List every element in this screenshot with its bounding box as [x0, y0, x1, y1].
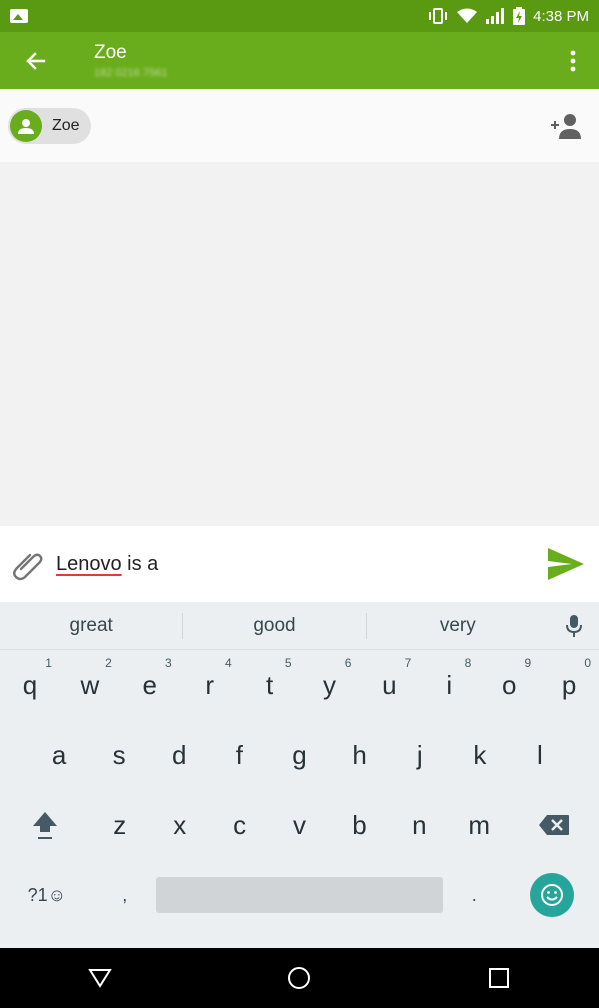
misspelled-word: Lenovo — [56, 552, 122, 575]
send-icon — [548, 548, 584, 580]
key-h[interactable]: h — [330, 720, 390, 790]
key-l[interactable]: l — [510, 720, 570, 790]
home-circle-icon — [288, 967, 311, 989]
key-k[interactable]: k — [450, 720, 510, 790]
battery-charging-icon — [513, 7, 526, 25]
key-f[interactable]: f — [209, 720, 269, 790]
key-z[interactable]: z — [90, 790, 150, 860]
message-text: is a — [121, 552, 159, 575]
recipient-chip-label: Zoe — [52, 116, 80, 134]
back-button[interactable] — [0, 32, 70, 89]
person-icon — [18, 118, 34, 134]
suggestion-3[interactable]: very — [367, 615, 549, 637]
recents-square-icon — [489, 968, 510, 988]
suggestion-1[interactable]: great — [0, 615, 182, 637]
key-b[interactable]: b — [329, 790, 389, 860]
suggestion-2[interactable]: good — [183, 615, 365, 637]
vibrate-icon — [429, 8, 448, 24]
add-contact-icon — [551, 113, 581, 139]
key-o[interactable]: o9 — [479, 650, 539, 720]
overflow-menu-icon — [570, 50, 576, 71]
avatar — [10, 109, 42, 142]
signal-icon — [486, 8, 505, 24]
back-triangle-icon — [88, 969, 112, 988]
conversation-title: Zoe — [94, 42, 127, 63]
microphone-icon — [566, 614, 582, 637]
key-j[interactable]: j — [390, 720, 450, 790]
key-n[interactable]: n — [389, 790, 449, 860]
key-r[interactable]: r4 — [180, 650, 240, 720]
conversation-subtitle: 182 0216 7561 — [94, 67, 168, 79]
status-bar: 4:38 PM — [0, 0, 599, 32]
key-y[interactable]: y6 — [300, 650, 360, 720]
key-p[interactable]: p0 — [539, 650, 599, 720]
backspace-icon — [539, 815, 570, 835]
navigation-bar — [0, 948, 599, 1008]
key-d[interactable]: d — [149, 720, 209, 790]
voice-input-button[interactable] — [549, 614, 599, 638]
status-time: 4:38 PM — [533, 7, 589, 25]
key-v[interactable]: v — [270, 790, 330, 860]
shift-icon — [32, 812, 57, 839]
emoji-key[interactable] — [505, 860, 599, 930]
overflow-menu-button[interactable] — [547, 32, 599, 89]
key-e[interactable]: e3 — [120, 650, 180, 720]
smiley-icon — [541, 884, 564, 906]
key-i[interactable]: i8 — [419, 650, 479, 720]
key-s[interactable]: s — [89, 720, 149, 790]
key-c[interactable]: c — [210, 790, 270, 860]
space-bar — [155, 877, 443, 913]
key-row-2: a s d f g h j k l — [0, 720, 599, 790]
key-t[interactable]: t5 — [240, 650, 300, 720]
attach-button[interactable] — [10, 544, 46, 584]
nav-back-button[interactable] — [70, 948, 130, 1008]
wifi-icon — [457, 8, 478, 23]
image-notification-icon — [10, 9, 28, 23]
nav-recents-button[interactable] — [469, 948, 529, 1008]
message-input[interactable]: Lenovo is a — [46, 553, 543, 576]
key-m[interactable]: m — [449, 790, 509, 860]
compose-bar: Lenovo is a — [0, 526, 599, 602]
key-row-4: ?1☺ , . — [0, 860, 599, 930]
paperclip-icon — [13, 553, 43, 581]
recipient-chip[interactable]: Zoe — [8, 107, 91, 144]
key-row-1: q1 w2 e3 r4 t5 y6 u7 i8 o9 p0 — [0, 650, 599, 720]
conversation-area — [0, 162, 599, 526]
comma-key[interactable]: , — [94, 860, 156, 930]
keyboard: great good very q1 w2 e3 r4 t5 y6 u7 i8 … — [0, 602, 599, 948]
period-key[interactable]: . — [443, 860, 505, 930]
key-x[interactable]: x — [150, 790, 210, 860]
key-u[interactable]: u7 — [359, 650, 419, 720]
send-button[interactable] — [543, 541, 589, 587]
symbols-key[interactable]: ?1☺ — [0, 860, 94, 930]
suggestion-strip: great good very — [0, 602, 599, 650]
key-row-3: z x c v b n m — [0, 790, 599, 860]
emoji-key-background — [530, 873, 575, 917]
shift-key[interactable] — [0, 790, 90, 860]
app-bar: Zoe 182 0216 7561 — [0, 32, 599, 89]
back-arrow-icon — [26, 51, 46, 70]
backspace-key[interactable] — [509, 790, 599, 860]
key-w[interactable]: w2 — [60, 650, 120, 720]
key-a[interactable]: a — [29, 720, 89, 790]
key-q[interactable]: q1 — [0, 650, 60, 720]
recipient-bar: Zoe — [0, 89, 599, 162]
space-key[interactable] — [155, 860, 443, 930]
add-contact-button[interactable] — [543, 102, 591, 150]
key-g[interactable]: g — [269, 720, 329, 790]
nav-home-button[interactable] — [269, 948, 329, 1008]
